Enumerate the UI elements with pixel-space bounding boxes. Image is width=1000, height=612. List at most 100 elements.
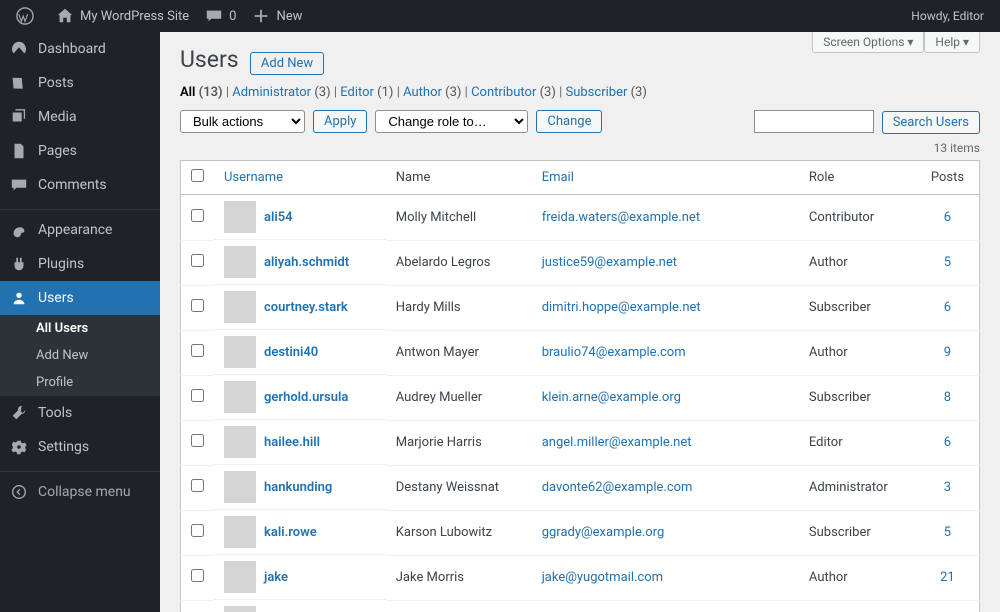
row-checkbox[interactable] (191, 524, 204, 537)
username-link[interactable]: courtney.stark (264, 300, 348, 315)
row-checkbox[interactable] (191, 569, 204, 582)
row-checkbox[interactable] (191, 434, 204, 447)
username-link[interactable]: gerhold.ursula (264, 390, 348, 405)
username-link[interactable]: hankunding (264, 480, 332, 495)
users-icon (10, 289, 28, 307)
posts-icon (10, 74, 28, 92)
comments-link[interactable]: 0 (197, 0, 244, 32)
wp-logo[interactable] (8, 0, 48, 32)
row-checkbox[interactable] (191, 479, 204, 492)
sidebar-item-media[interactable]: Media (0, 100, 160, 134)
collapse-menu[interactable]: Collapse menu (0, 475, 160, 509)
sidebar-item-comments[interactable]: Comments (0, 168, 160, 202)
email-link[interactable]: davonte62@example.com (542, 480, 693, 495)
posts-count-link[interactable]: 3 (944, 480, 951, 495)
admin-sidebar: DashboardPostsMediaPagesComments Appearan… (0, 32, 160, 612)
site-name-link[interactable]: My WordPress Site (48, 0, 197, 32)
email-link[interactable]: klein.arne@example.org (542, 390, 681, 405)
user-search-input[interactable] (754, 110, 874, 133)
sidebar-item-settings[interactable]: Settings (0, 430, 160, 464)
select-all-top[interactable] (191, 169, 204, 182)
posts-count-link[interactable]: 5 (944, 525, 951, 540)
change-role-button[interactable]: Change (536, 110, 602, 133)
filter-all[interactable]: All (13) (180, 85, 223, 100)
username-link[interactable]: hailee.hill (264, 435, 320, 450)
howdy-account[interactable]: Howdy, Editor (911, 9, 992, 23)
settings-icon (10, 438, 28, 456)
apply-bulk-button[interactable]: Apply (313, 110, 367, 133)
name-cell: Jake Morris (386, 555, 532, 600)
filter-subscriber[interactable]: Subscriber (3) (566, 85, 647, 100)
email-link[interactable]: dimitri.hoppe@example.net (542, 300, 701, 315)
table-row: hailee.hillMarjorie Harrisangel.miller@e… (181, 420, 980, 465)
posts-count-link[interactable]: 6 (944, 210, 951, 225)
row-checkbox[interactable] (191, 299, 204, 312)
username-link[interactable]: destini40 (264, 345, 318, 360)
sidebar-item-dashboard[interactable]: Dashboard (0, 32, 160, 66)
filter-editor[interactable]: Editor (1) (340, 85, 393, 100)
avatar (224, 606, 256, 612)
username-link[interactable]: ali54 (264, 210, 293, 225)
avatar (224, 561, 256, 593)
avatar (224, 246, 256, 278)
posts-count-link[interactable]: 6 (944, 300, 951, 315)
posts-count-link[interactable]: 8 (944, 390, 951, 405)
users-table: Username Name Email Role Posts ali54Moll… (180, 160, 980, 612)
submenu-item-all-users[interactable]: All Users (0, 315, 160, 342)
table-row: marvin.brandyElena Heathcotesadie77@exam… (181, 600, 980, 612)
email-link[interactable]: justice59@example.net (542, 255, 677, 270)
username-link[interactable]: aliyah.schmidt (264, 255, 349, 270)
pages-icon (10, 142, 28, 160)
change-role-select[interactable]: Change role to… (375, 110, 528, 133)
new-content-link[interactable]: New (244, 0, 310, 32)
submenu-item-add-new[interactable]: Add New (0, 342, 160, 369)
sidebar-item-pages[interactable]: Pages (0, 134, 160, 168)
sidebar-item-tools[interactable]: Tools (0, 396, 160, 430)
plugins-icon (10, 255, 28, 273)
filter-contributor[interactable]: Contributor (3) (471, 85, 556, 100)
help-toggle[interactable]: Help ▾ (924, 32, 980, 53)
avatar (224, 201, 256, 233)
name-cell: Destany Weissnat (386, 465, 532, 510)
email-link[interactable]: braulio74@example.com (542, 345, 686, 360)
col-username[interactable]: Username (224, 170, 283, 185)
bulk-actions-select[interactable]: Bulk actions (180, 110, 305, 133)
email-link[interactable]: jake@yugotmail.com (542, 570, 663, 585)
sidebar-item-plugins[interactable]: Plugins (0, 247, 160, 281)
sidebar-item-appearance[interactable]: Appearance (0, 213, 160, 247)
filter-author[interactable]: Author (3) (403, 85, 461, 100)
role-cell: Subscriber (799, 285, 916, 330)
sidebar-item-posts[interactable]: Posts (0, 66, 160, 100)
filter-administrator[interactable]: Administrator (3) (232, 85, 330, 100)
posts-count-link[interactable]: 5 (944, 255, 951, 270)
row-checkbox[interactable] (191, 344, 204, 357)
page-title: Users (180, 42, 239, 73)
posts-count-link[interactable]: 9 (944, 345, 951, 360)
username-link[interactable]: jake (264, 570, 288, 585)
role-cell: Author (799, 555, 916, 600)
row-checkbox[interactable] (191, 254, 204, 267)
role-cell: Administrator (799, 465, 916, 510)
col-email[interactable]: Email (542, 170, 574, 185)
add-new-user-button[interactable]: Add New (250, 52, 324, 75)
main-content: Screen Options ▾ Help ▾ Users Add New Al… (160, 32, 1000, 612)
avatar (224, 426, 256, 458)
email-link[interactable]: ggrady@example.org (542, 525, 665, 540)
row-checkbox[interactable] (191, 389, 204, 402)
sidebar-item-users[interactable]: Users (0, 281, 160, 315)
row-checkbox[interactable] (191, 209, 204, 222)
avatar (224, 381, 256, 413)
email-link[interactable]: angel.miller@example.net (542, 435, 692, 450)
table-row: gerhold.ursulaAudrey Muellerklein.arne@e… (181, 375, 980, 420)
posts-count-link[interactable]: 21 (940, 570, 955, 585)
role-cell: Subscriber (799, 375, 916, 420)
col-name: Name (386, 161, 532, 195)
email-link[interactable]: freida.waters@example.net (542, 210, 700, 225)
submenu-item-profile[interactable]: Profile (0, 369, 160, 396)
posts-count-link[interactable]: 6 (944, 435, 951, 450)
username-link[interactable]: kali.rowe (264, 525, 317, 540)
screen-options-toggle[interactable]: Screen Options ▾ (812, 32, 924, 53)
role-cell: Author (799, 330, 916, 375)
role-cell: Contributor (799, 195, 916, 241)
search-users-button[interactable]: Search Users (882, 111, 980, 134)
